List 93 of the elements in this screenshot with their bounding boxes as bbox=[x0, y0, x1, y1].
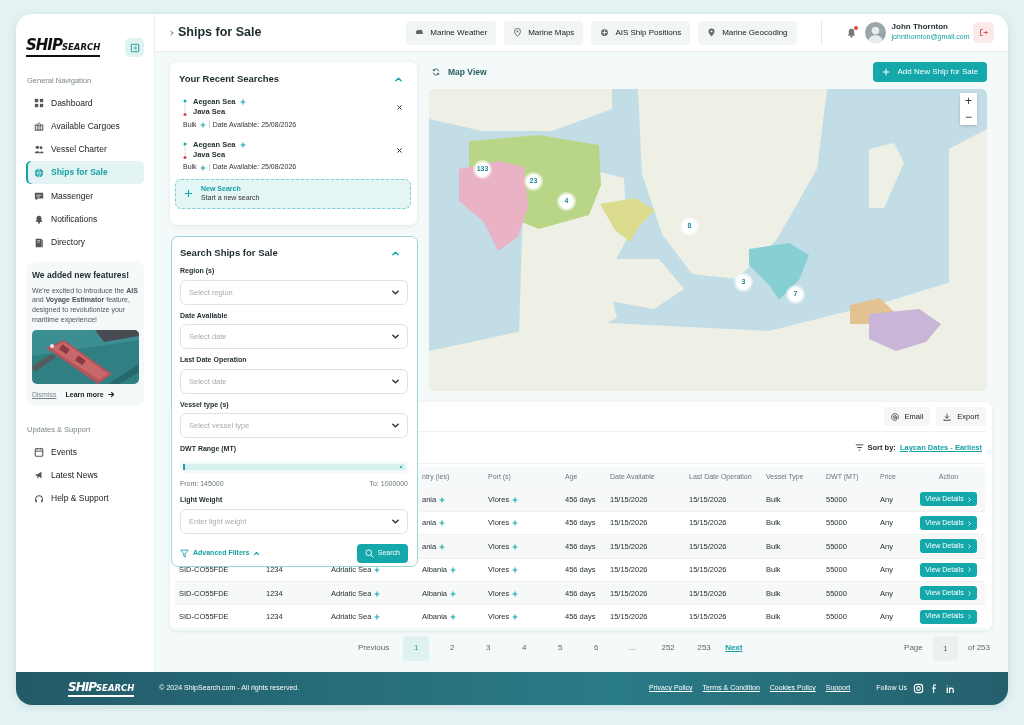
chevron-right-icon bbox=[966, 520, 972, 526]
chevron-down-icon bbox=[391, 376, 400, 386]
promo-title: We added new features! bbox=[32, 270, 131, 281]
page-button[interactable]: 3 bbox=[475, 635, 502, 661]
chevron-up-icon bbox=[253, 549, 261, 557]
next-link[interactable]: Next bbox=[725, 642, 743, 654]
page-button[interactable]: 252 bbox=[655, 635, 682, 661]
page-button[interactable]: 253 bbox=[691, 635, 718, 661]
chevron-right-icon bbox=[966, 567, 972, 573]
people-icon bbox=[34, 144, 44, 155]
page-button[interactable]: 6 bbox=[583, 635, 610, 661]
chevron-down-icon bbox=[391, 421, 400, 431]
chevron-right-icon bbox=[966, 543, 972, 549]
collapse-button[interactable] bbox=[391, 248, 400, 258]
route-icon bbox=[183, 99, 187, 118]
plus-icon bbox=[239, 142, 246, 149]
previous-button[interactable]: Previous bbox=[358, 642, 390, 654]
crate-icon bbox=[34, 121, 44, 132]
sidebar-item[interactable]: Massenger bbox=[26, 184, 144, 208]
sidebar-item[interactable]: Events bbox=[26, 440, 144, 464]
crosshair-icon bbox=[600, 28, 610, 37]
tool-button[interactable]: Marine Maps bbox=[504, 20, 584, 45]
chat-icon bbox=[34, 191, 44, 202]
calendar-icon bbox=[34, 447, 44, 458]
search-icon bbox=[364, 548, 374, 558]
social-icon[interactable] bbox=[945, 683, 956, 694]
close-icon bbox=[396, 146, 403, 154]
card-title: Your Recent Searches bbox=[179, 72, 280, 86]
page-button[interactable]: 5 bbox=[547, 635, 574, 661]
filter-icon bbox=[180, 548, 189, 558]
page-count: of 253 bbox=[967, 642, 990, 654]
sidebar-item[interactable]: Latest News bbox=[26, 463, 144, 488]
chevron-down-icon bbox=[391, 516, 400, 526]
plus-icon bbox=[239, 99, 246, 106]
chevron-up-icon bbox=[391, 248, 400, 258]
sidebar-item[interactable]: Directory bbox=[26, 231, 144, 255]
pin-icon bbox=[513, 28, 523, 37]
chevron-right-icon bbox=[169, 29, 175, 36]
tool-button[interactable]: AIS Ship Positions bbox=[591, 20, 691, 45]
user-name: John Thornton bbox=[891, 22, 949, 32]
logo: SHIPSEARCH bbox=[26, 38, 101, 57]
sidebar-toggle-icon bbox=[129, 42, 140, 53]
zoom-in-button[interactable]: + bbox=[960, 93, 977, 109]
social-icon[interactable] bbox=[913, 683, 924, 694]
megaphone-icon bbox=[34, 470, 44, 481]
pin-icon bbox=[707, 28, 717, 37]
logo: SHIPSEARCH bbox=[68, 680, 135, 697]
chevron-up-icon bbox=[394, 74, 403, 84]
plus-icon bbox=[199, 164, 206, 171]
plus-icon bbox=[184, 189, 193, 199]
grid-icon bbox=[34, 97, 44, 108]
collapse-sidebar-button[interactable] bbox=[125, 38, 144, 57]
route-icon bbox=[183, 142, 187, 160]
sort-icon bbox=[854, 444, 864, 451]
cloud-icon bbox=[415, 28, 425, 37]
page-button[interactable]: 4 bbox=[511, 635, 538, 661]
sidebar-item[interactable]: Help & Support bbox=[26, 487, 144, 511]
page-button[interactable]: 2 bbox=[439, 635, 466, 661]
chevron-right-icon bbox=[966, 614, 972, 620]
book-icon bbox=[34, 237, 44, 248]
page-button[interactable]: ... bbox=[619, 635, 646, 661]
logout-button[interactable] bbox=[973, 22, 994, 43]
chevron-down-icon bbox=[391, 287, 400, 297]
card-title: Search Ships for Sale bbox=[180, 246, 278, 260]
chevron-down-icon bbox=[391, 332, 400, 342]
sidebar-item[interactable]: Vessel Charter bbox=[26, 137, 144, 162]
avatar bbox=[864, 22, 886, 43]
bell-icon bbox=[34, 214, 44, 225]
bell-icon bbox=[845, 27, 857, 38]
refresh-icon bbox=[432, 68, 440, 76]
section-title: Map View bbox=[448, 65, 487, 79]
sidebar-item[interactable]: Dashboard bbox=[26, 91, 144, 115]
chevron-right-icon bbox=[966, 496, 972, 502]
page-input[interactable]: 1 bbox=[932, 635, 958, 661]
collapse-button[interactable] bbox=[394, 74, 403, 84]
close-icon bbox=[396, 103, 403, 111]
plus-icon bbox=[881, 68, 890, 76]
zoom-out-button[interactable]: − bbox=[960, 109, 977, 125]
tool-button[interactable]: Marine Weather bbox=[406, 20, 497, 45]
page-label: Page bbox=[904, 642, 923, 654]
at-icon bbox=[890, 412, 899, 421]
tool-button[interactable]: Marine Geocoding bbox=[698, 20, 797, 45]
download-icon bbox=[943, 412, 952, 421]
sidebar-item[interactable]: Notifications bbox=[26, 207, 144, 232]
arrow-right-icon bbox=[107, 391, 115, 399]
globe-icon bbox=[34, 167, 44, 178]
page-title: Ships for Sale bbox=[178, 24, 262, 42]
logout-icon bbox=[979, 28, 988, 37]
headset-icon bbox=[34, 493, 44, 504]
chevron-right-icon bbox=[966, 590, 972, 596]
notifications-button[interactable] bbox=[845, 27, 857, 38]
sidebar-item[interactable]: Available Cargoes bbox=[26, 114, 144, 138]
plus-icon bbox=[199, 121, 206, 128]
